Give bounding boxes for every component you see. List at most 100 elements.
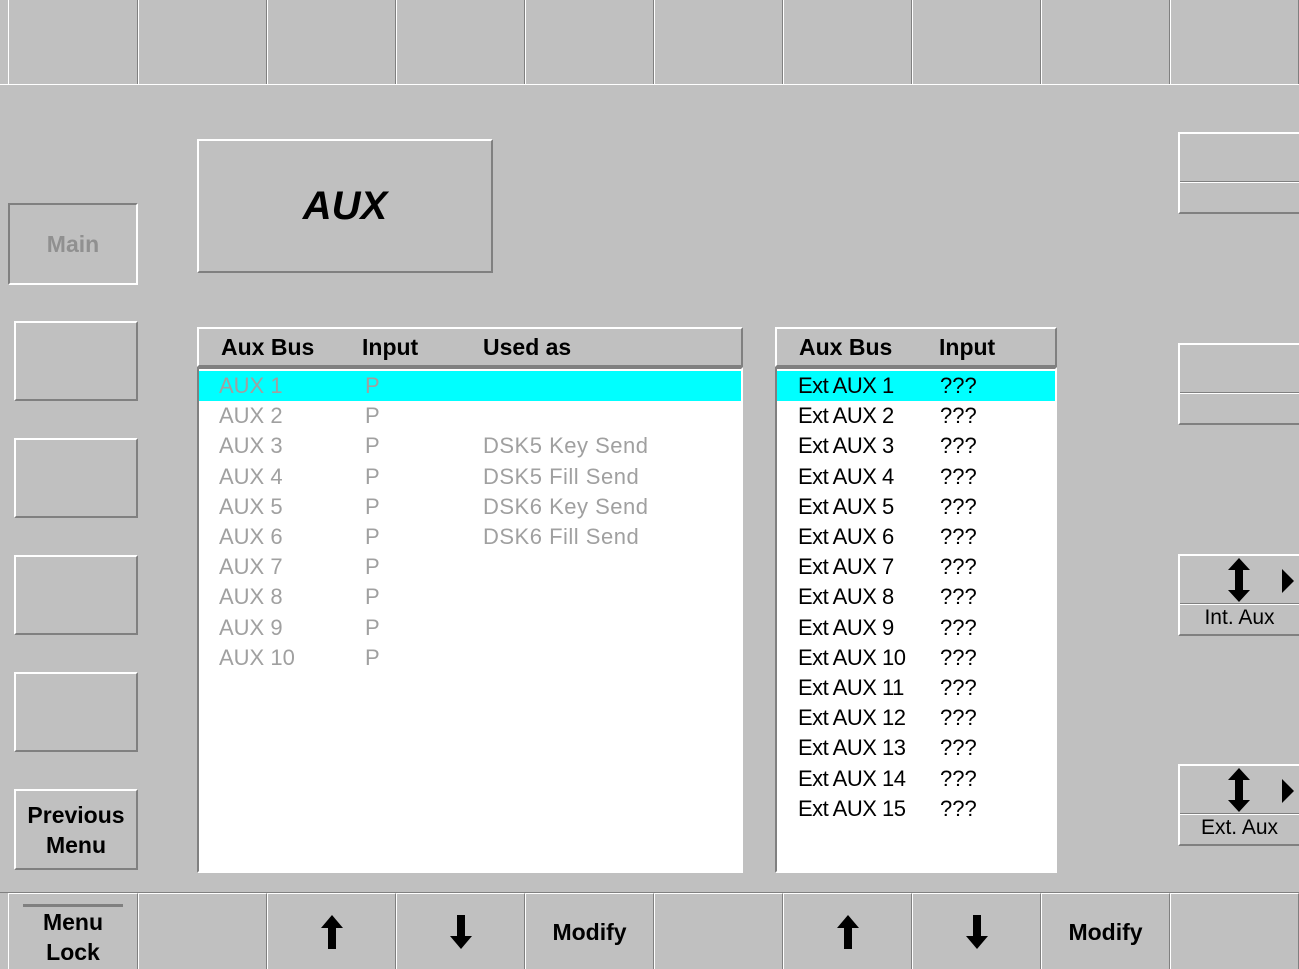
ext-up-button[interactable] — [783, 893, 912, 969]
ext-aux-input: ??? — [940, 705, 977, 731]
menu-lock-button[interactable]: Menu Lock — [8, 893, 138, 969]
int-aux-select-button[interactable]: Int. Aux — [1178, 554, 1299, 636]
ext-aux-bus: Ext AUX 10 — [798, 644, 906, 670]
bottom-softkey-2[interactable] — [138, 893, 267, 969]
ext-down-button[interactable] — [912, 893, 1041, 969]
int-up-button[interactable] — [267, 893, 396, 969]
top-softkey-5[interactable] — [525, 0, 654, 85]
top-softkey-4[interactable] — [396, 0, 525, 85]
ext-aux-row[interactable]: Ext AUX 13??? — [777, 733, 1055, 763]
ext-aux-input: ??? — [940, 554, 977, 580]
int-header-used: Used as — [483, 334, 572, 360]
ext-aux-bus: Ext AUX 13 — [798, 735, 906, 761]
arrow-up-icon — [836, 914, 859, 949]
ext-aux-input: ??? — [940, 524, 977, 549]
top-softkey-9[interactable] — [1041, 0, 1170, 85]
int-modify-button[interactable]: Modify — [525, 893, 654, 969]
left-softkey-4[interactable] — [14, 555, 138, 635]
bottom-softkey-6[interactable] — [654, 893, 783, 969]
int-aux-row[interactable]: AUX 6 P DSK6 Fill Send — [199, 522, 741, 552]
ext-aux-bus: Ext AUX 3 — [798, 433, 894, 459]
ext-aux-label: Ext. Aux — [1200, 816, 1279, 839]
arrow-up-icon — [320, 914, 343, 949]
int-aux-row[interactable]: AUX 8 P — [199, 582, 741, 612]
top-softkey-3[interactable] — [267, 0, 396, 85]
int-aux-bus: AUX 4 — [219, 463, 283, 489]
int-header-input: Input — [362, 334, 419, 360]
previous-menu-button[interactable]: Previous Menu — [14, 789, 138, 870]
int-aux-bus: AUX 5 — [219, 493, 283, 519]
int-aux-row[interactable]: AUX 7 P — [199, 552, 741, 582]
ext-aux-input: ??? — [940, 373, 977, 398]
int-aux-row[interactable]: AUX 1 P — [199, 371, 741, 401]
top-softkey-10[interactable] — [1170, 0, 1299, 85]
ext-aux-input: ??? — [940, 403, 977, 429]
ext-header-bus: Aux Bus — [799, 334, 893, 360]
int-aux-row[interactable]: AUX 10 P — [199, 643, 741, 673]
int-aux-list[interactable]: AUX 1 P AUX 2 P AUX 3 P DSK5 Key Send AUX 4 P DSK… — [197, 367, 743, 873]
int-aux-used-as: DSK6 Fill Send — [483, 524, 640, 549]
int-aux-bus: AUX 1 — [219, 373, 283, 398]
int-aux-bus: AUX 3 — [219, 433, 283, 459]
int-aux-row[interactable]: AUX 2 P — [199, 401, 741, 431]
triangle-right-icon — [1282, 569, 1294, 593]
ext-aux-bus: Ext AUX 1 — [798, 373, 894, 398]
ext-aux-bus: Ext AUX 12 — [798, 705, 906, 731]
int-aux-input: P — [365, 463, 380, 489]
int-aux-list-header: Aux Bus Input Used as — [197, 327, 743, 367]
ext-aux-bus: Ext AUX 11 — [798, 675, 904, 700]
ext-aux-bus: Ext AUX 4 — [798, 463, 894, 489]
ext-aux-select-button[interactable]: Ext. Aux — [1178, 764, 1299, 846]
ext-aux-row[interactable]: Ext AUX 15??? — [777, 794, 1055, 824]
left-softkey-2[interactable] — [14, 321, 138, 401]
main-button[interactable]: Main — [8, 203, 138, 285]
left-softkey-3[interactable] — [14, 438, 138, 518]
ext-modify-button[interactable]: Modify — [1041, 893, 1170, 969]
ext-aux-row[interactable]: Ext AUX 1??? — [777, 371, 1055, 401]
int-modify-label: Modify — [552, 918, 627, 945]
ext-aux-row[interactable]: Ext AUX 9??? — [777, 613, 1055, 643]
ext-aux-bus: Ext AUX 6 — [798, 524, 894, 549]
bottom-softkey-10[interactable] — [1170, 893, 1299, 969]
top-softkey-2[interactable] — [138, 0, 267, 85]
ext-aux-row[interactable]: Ext AUX 12??? — [777, 703, 1055, 733]
ext-aux-bus: Ext AUX 5 — [798, 493, 894, 519]
ext-aux-row[interactable]: Ext AUX 6??? — [777, 522, 1055, 552]
ext-aux-list-header: Aux Bus Input — [775, 327, 1057, 367]
ext-aux-bus: Ext AUX 2 — [798, 403, 894, 429]
ext-aux-input: ??? — [940, 433, 977, 459]
page-title: AUX — [302, 183, 388, 228]
int-aux-input: P — [365, 433, 380, 459]
top-softkey-7[interactable] — [783, 0, 912, 85]
ext-aux-list[interactable]: Ext AUX 1??? Ext AUX 2??? Ext AUX 3??? Ext … — [775, 367, 1057, 873]
int-aux-input: P — [365, 493, 380, 519]
ext-aux-row[interactable]: Ext AUX 8??? — [777, 582, 1055, 612]
left-softkey-5[interactable] — [14, 672, 138, 752]
right-softkey-2[interactable] — [1178, 343, 1299, 425]
ext-aux-row[interactable]: Ext AUX 4??? — [777, 462, 1055, 492]
int-header-bus: Aux Bus — [221, 334, 315, 360]
int-down-button[interactable] — [396, 893, 525, 969]
int-aux-row[interactable]: AUX 3 P DSK5 Key Send — [199, 431, 741, 461]
int-aux-row[interactable]: AUX 9 P — [199, 613, 741, 643]
ext-aux-row[interactable]: Ext AUX 5??? — [777, 492, 1055, 522]
int-aux-bus: AUX 6 — [219, 524, 283, 549]
ext-aux-row[interactable]: Ext AUX 7??? — [777, 552, 1055, 582]
top-softkey-1[interactable] — [8, 0, 138, 85]
top-softkey-8[interactable] — [912, 0, 1041, 85]
ext-aux-row[interactable]: Ext AUX 11??? — [777, 673, 1055, 703]
ext-aux-input: ??? — [940, 614, 977, 640]
int-aux-input: P — [365, 373, 380, 398]
previous-menu-label: Previous Menu — [27, 801, 125, 858]
ext-aux-row[interactable]: Ext AUX 2??? — [777, 401, 1055, 431]
int-aux-row[interactable]: AUX 5 P DSK6 Key Send — [199, 492, 741, 522]
ext-aux-row[interactable]: Ext AUX 10??? — [777, 643, 1055, 673]
right-softkey-1[interactable] — [1178, 132, 1299, 214]
int-aux-row[interactable]: AUX 4 P DSK5 Fill Send — [199, 462, 741, 492]
int-aux-used-as: DSK5 Fill Send — [483, 463, 640, 489]
top-softkey-6[interactable] — [654, 0, 783, 85]
ext-aux-input: ??? — [940, 735, 977, 761]
ext-aux-row[interactable]: Ext AUX 14??? — [777, 764, 1055, 794]
int-aux-bus: AUX 9 — [219, 614, 283, 640]
ext-aux-row[interactable]: Ext AUX 3??? — [777, 431, 1055, 461]
